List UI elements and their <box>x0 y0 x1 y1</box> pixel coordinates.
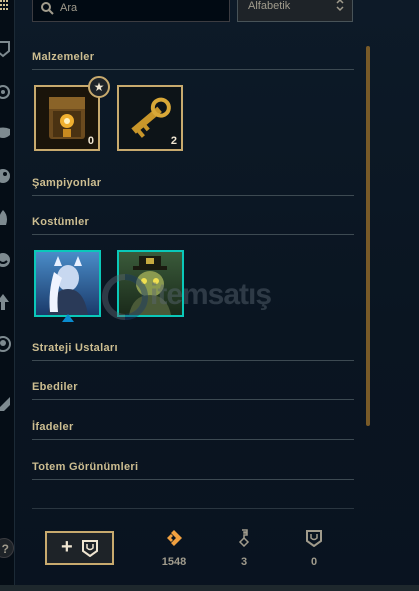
section-divider <box>32 69 354 70</box>
currency-chest-capacity: 0 <box>289 529 339 568</box>
sort-dropdown[interactable]: Alfabetik <box>237 0 353 22</box>
star-icon: ★ <box>88 76 110 98</box>
loot-count: 0 <box>87 135 94 147</box>
section-divider <box>32 234 354 235</box>
search-input[interactable] <box>60 0 220 16</box>
key-fragment-icon <box>238 529 250 547</box>
currency-value: 0 <box>310 556 318 568</box>
search-box[interactable] <box>32 0 230 22</box>
chevron-up-down-icon <box>336 0 344 12</box>
chest-capacity-icon <box>306 530 322 547</box>
currency-value: 1548 <box>161 556 187 568</box>
section-title-tft[interactable]: Strateji Ustaları <box>32 342 118 354</box>
mask-icon[interactable] <box>0 125 12 143</box>
smile-icon[interactable] <box>0 251 12 269</box>
scrollbar-thumb[interactable] <box>366 46 370 426</box>
section-title-champions[interactable]: Şampiyonlar <box>32 177 101 189</box>
watermark-text: itemsatış <box>150 278 272 311</box>
watermark-emblem-icon <box>102 274 148 320</box>
skin-portrait-icon <box>36 252 99 315</box>
chest-capacity-icon <box>82 540 98 557</box>
add-chest-capacity-button[interactable]: + <box>45 531 114 565</box>
watermark-logo: itemsatış <box>100 272 340 322</box>
tree-icon[interactable] <box>0 293 12 311</box>
sort-selected-value: Alfabetik <box>248 0 291 12</box>
window-bottom-edge <box>0 585 419 591</box>
currency-value: 3 <box>240 556 248 568</box>
plus-icon: + <box>61 536 73 558</box>
help-button[interactable]: ? <box>0 538 14 558</box>
section-title-skins[interactable]: Kostümler <box>32 216 89 228</box>
orange-essence-icon <box>167 530 182 546</box>
section-divider <box>32 479 354 480</box>
section-divider <box>32 399 354 400</box>
wing-icon[interactable] <box>0 395 12 413</box>
loot-panel: ? Alfabetik Malzemeler 0 ★ <box>0 0 419 591</box>
loot-count: 2 <box>170 135 177 147</box>
section-title-emotes[interactable]: İfadeler <box>32 421 74 433</box>
section-divider <box>32 360 354 361</box>
flame-icon[interactable] <box>0 209 12 227</box>
left-nav-rail: ? <box>0 0 15 591</box>
grid-icon[interactable] <box>0 0 8 12</box>
skin-tile-1[interactable] <box>34 250 101 317</box>
currency-key-fragment: 3 <box>219 529 269 568</box>
footer-divider <box>32 508 354 509</box>
face-icon[interactable] <box>0 335 12 353</box>
currency-orange-essence: 1548 <box>149 529 199 568</box>
owned-marker-icon <box>62 314 74 322</box>
section-title-materials[interactable]: Malzemeler <box>32 51 94 63</box>
section-title-totems[interactable]: Totem Görünümleri <box>32 461 138 473</box>
search-icon <box>41 2 54 15</box>
loot-tile-key[interactable]: 2 <box>117 85 183 151</box>
section-divider <box>32 439 354 440</box>
section-divider <box>32 195 354 196</box>
section-title-eternals[interactable]: Ebediler <box>32 381 78 393</box>
loot-tile-chest[interactable]: 0 <box>34 85 100 151</box>
emblem-icon[interactable] <box>0 40 12 58</box>
orb-icon[interactable] <box>0 167 12 185</box>
ward-icon[interactable] <box>0 83 12 101</box>
